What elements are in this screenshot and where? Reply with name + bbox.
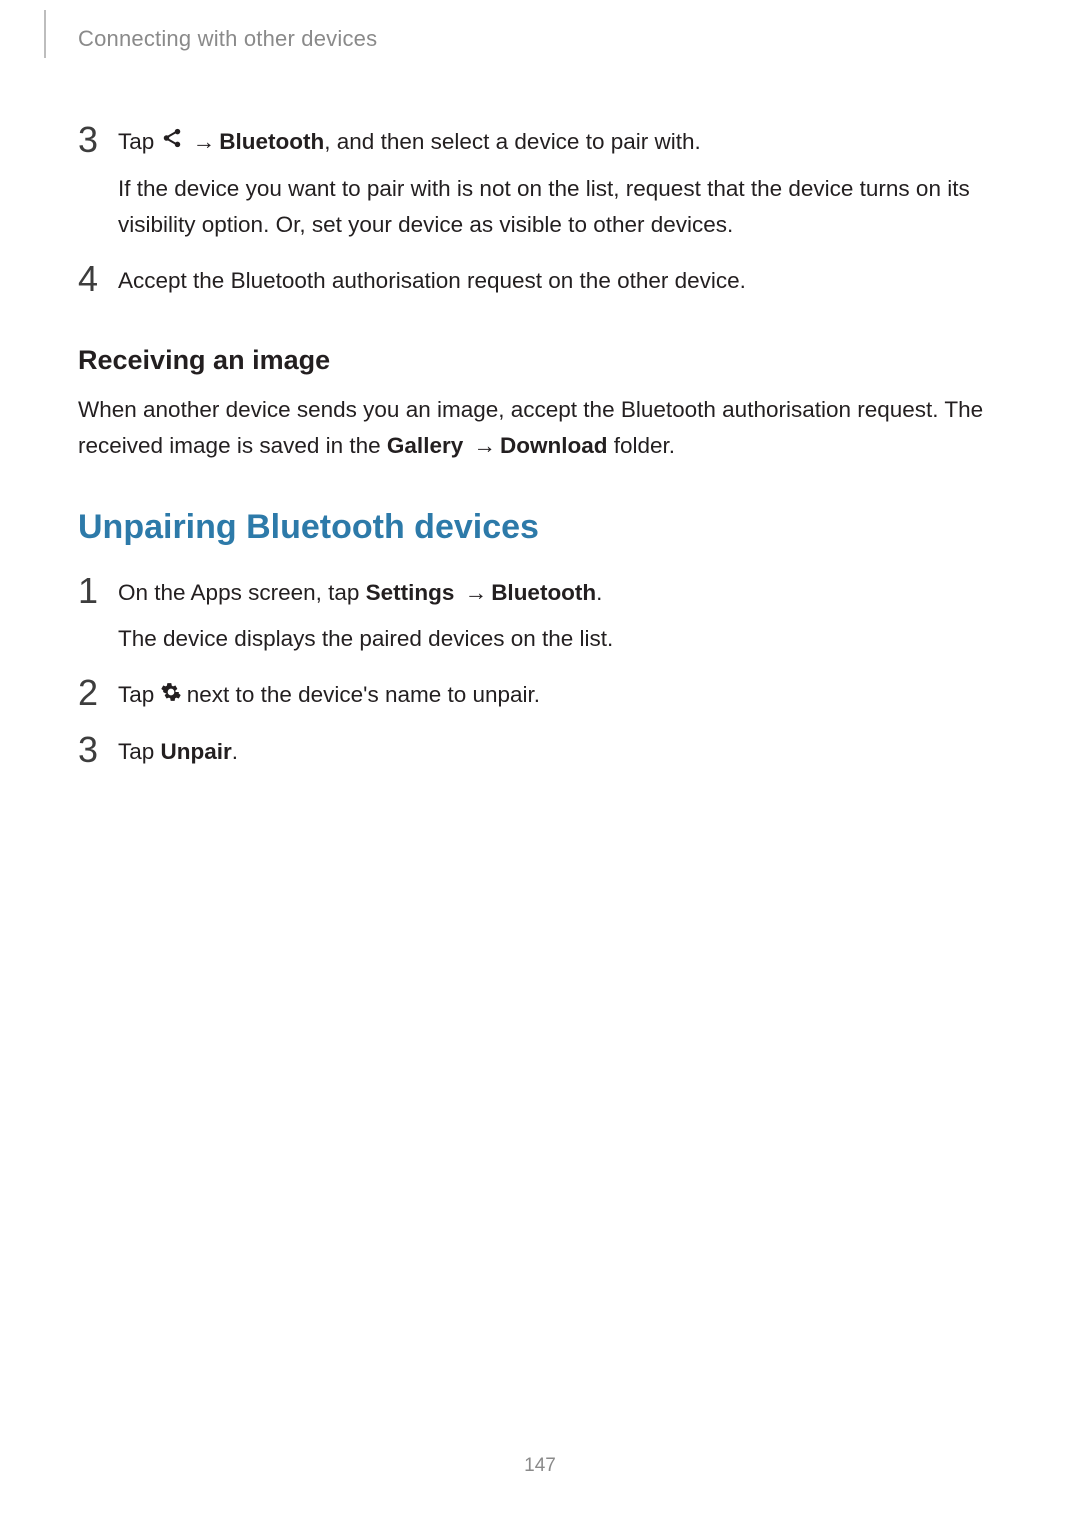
page-number: 147 (0, 1455, 1080, 1477)
bold-label: Gallery (387, 433, 463, 458)
unpair-step-3: 3 Tap Unpair. (78, 732, 1002, 770)
text: folder. (608, 433, 676, 458)
bold-label: Bluetooth (491, 580, 596, 605)
bold-label: Download (500, 433, 608, 458)
heading-receiving-an-image: Receiving an image (78, 345, 1002, 376)
step-body: Tap Unpair. (118, 732, 1002, 770)
step-subtext: If the device you want to pair with is n… (118, 171, 1002, 243)
text: Accept the Bluetooth authorisation reque… (118, 268, 746, 293)
step-body: On the Apps screen, tap Settings →Blueto… (118, 573, 1002, 657)
step-number: 1 (78, 573, 102, 609)
text: . (596, 580, 602, 605)
step-number: 2 (78, 675, 102, 711)
text: Tap (118, 129, 161, 154)
text: Tap (118, 739, 161, 764)
step-body: Accept the Bluetooth authorisation reque… (118, 261, 1002, 299)
step-number: 3 (78, 122, 102, 158)
text: , and then select a device to pair with. (324, 129, 700, 154)
step-3: 3 Tap →Bluetooth, and then select a devi… (78, 122, 1002, 243)
header-rule (44, 10, 46, 58)
step-4: 4 Accept the Bluetooth authorisation req… (78, 261, 1002, 299)
bold-label: Settings (366, 580, 455, 605)
step-body: Tap next to the device's name to unpair. (118, 675, 1002, 714)
unpair-step-2: 2 Tap next to the device's name to unpai… (78, 675, 1002, 714)
share-icon (161, 124, 183, 160)
step-body: Tap →Bluetooth, and then select a device… (118, 122, 1002, 243)
arrow-icon: → (189, 129, 220, 154)
gear-icon (161, 677, 181, 713)
section-header: Connecting with other devices (78, 26, 1002, 52)
paragraph-receiving: When another device sends you an image, … (78, 392, 1002, 464)
bold-label: Bluetooth (219, 129, 324, 154)
page: Connecting with other devices 3 Tap →Blu… (0, 0, 1080, 1527)
heading-unpairing-bluetooth-devices: Unpairing Bluetooth devices (78, 508, 1002, 547)
text: next to the device's name to unpair. (181, 682, 541, 707)
text: Tap (118, 682, 161, 707)
bold-label: Unpair (161, 739, 232, 764)
text: On the Apps screen, tap (118, 580, 366, 605)
step-number: 3 (78, 732, 102, 768)
text: . (232, 739, 238, 764)
step-subtext: The device displays the paired devices o… (118, 621, 1002, 657)
unpair-step-1: 1 On the Apps screen, tap Settings →Blue… (78, 573, 1002, 657)
arrow-icon: → (461, 580, 492, 605)
step-number: 4 (78, 261, 102, 297)
arrow-icon: → (470, 433, 501, 458)
